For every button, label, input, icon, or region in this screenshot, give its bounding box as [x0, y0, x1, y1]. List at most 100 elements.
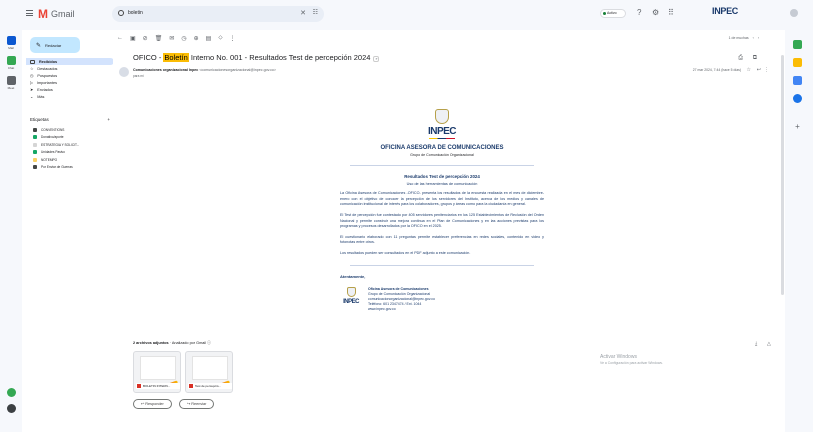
delete-icon[interactable]: 🗑 — [155, 35, 163, 42]
rail-settings[interactable] — [4, 404, 18, 413]
nav-item-inbox[interactable]: Recibidos — [26, 58, 114, 65]
signature-web-link[interactable]: www.inpec.gov.co — [368, 307, 435, 312]
next-button[interactable]: › — [758, 36, 759, 40]
archive-icon[interactable]: ▣ — [130, 35, 136, 42]
avatar[interactable] — [790, 9, 798, 17]
back-arrow-icon[interactable]: ← — [117, 35, 123, 42]
settings-icon[interactable]: ⚙ — [652, 8, 659, 17]
chat-icon — [6, 56, 16, 65]
label-tag-icon — [33, 142, 37, 147]
nav-item-sent[interactable]: ➤ Enviados — [26, 86, 114, 93]
gear-icon — [6, 404, 16, 413]
label-item[interactable]: NOTEMPO — [26, 156, 114, 164]
pencil-icon: ✎ — [36, 42, 42, 49]
add-label-button[interactable]: + — [107, 117, 110, 122]
attachment-card[interactable]: Test de percepció... — [185, 351, 233, 393]
nav-item-more[interactable]: ⌄ Más — [26, 93, 114, 100]
labels-list: CONVENTIONS Donativo/aporte ESTRATEGIA Y… — [26, 126, 114, 171]
widget-icon — [6, 388, 16, 397]
tasks-icon[interactable] — [793, 76, 802, 85]
nav-item-starred[interactable]: ☆ Destacados — [26, 65, 114, 72]
scrollbar[interactable] — [781, 55, 784, 295]
prev-button[interactable]: ‹ — [753, 36, 754, 40]
inpec-logo: INPEC — [427, 126, 457, 137]
mail-icon — [6, 36, 16, 45]
rail-mail[interactable]: Mail — [4, 36, 18, 50]
email-subject: OFICO - Boletín Interno No. 001 - Result… — [133, 53, 380, 62]
office-title: OFICINA ASESORA DE COMUNICACIONES — [380, 145, 504, 152]
important-icon: ▷ — [30, 81, 33, 85]
status-button[interactable]: Activo — [600, 9, 626, 18]
print-icon[interactable]: ⎙ — [738, 55, 743, 62]
clear-search-icon[interactable]: ✕ — [300, 9, 306, 17]
rail-widget[interactable] — [4, 388, 18, 397]
attachment-name: Test de percepció... — [188, 383, 232, 389]
clock-icon: ◷ — [30, 74, 34, 78]
side-panel: + — [785, 30, 813, 432]
menu-icon[interactable] — [26, 10, 33, 16]
star-icon[interactable]: ☆ — [747, 67, 751, 73]
label-tag-icon — [33, 165, 37, 170]
pager: 1 de muchas ‹ › — [728, 36, 759, 40]
label-item[interactable]: Por Enviar de Guerras — [26, 164, 114, 172]
message-toolbar: ← ▣ ⊘ 🗑 ✉ ◷ ⊕ ▤ ⬦ ⋮ — [117, 35, 236, 42]
group-subtitle: Grupo de Comunicación Organizacional — [410, 153, 474, 158]
greeting: Atentamente, — [340, 273, 366, 279]
apps-icon[interactable]: ⠿ — [668, 8, 674, 17]
keep-icon[interactable] — [793, 58, 802, 67]
label-item[interactable]: ESTRATEGIA Y SOLICIT... — [26, 141, 114, 149]
top-bar: M Gmail boletin ✕ ☷ Activo ? ⚙ ⠿ INPEC — [22, 0, 813, 30]
chevron-down-icon: ⌄ — [30, 95, 34, 99]
label-tag-icon — [33, 157, 37, 162]
more-vert-icon[interactable]: ⋮ — [764, 67, 769, 73]
nav-item-important[interactable]: ▷ Importantes — [26, 79, 114, 86]
results-title: Resultados Test de percepción 2024 — [404, 174, 480, 180]
search-input[interactable]: boletin — [128, 10, 143, 16]
snooze-icon[interactable]: ◷ — [181, 35, 186, 42]
rail-meet[interactable]: Meet — [4, 76, 18, 90]
inbox-tag[interactable]: » — [373, 56, 380, 62]
nav-item-snoozed[interactable]: ◷ Pospuestos — [26, 72, 114, 79]
add-to-drive-icon[interactable]: △ — [767, 341, 771, 347]
recipient-line[interactable]: para mí — [133, 74, 144, 78]
calendar-icon[interactable] — [793, 40, 802, 49]
mark-unread-icon[interactable]: ✉ — [169, 35, 174, 42]
forward-button[interactable]: ↪ Reenviar — [179, 399, 215, 409]
rail-chat[interactable]: Chat — [4, 56, 18, 70]
star-icon: ☆ — [30, 67, 34, 71]
search-box[interactable]: boletin ✕ ☷ — [112, 6, 324, 22]
move-to-icon[interactable]: ▤ — [206, 35, 212, 42]
filter-icon[interactable]: ☷ — [313, 9, 318, 16]
app-rail: Mail Chat Meet — [0, 0, 22, 432]
download-all-icon[interactable]: ⤓ — [755, 341, 757, 347]
reply-icon[interactable]: ↩ — [757, 67, 761, 73]
label-item[interactable]: Unidades Pasivo — [26, 149, 114, 157]
contacts-icon[interactable] — [793, 94, 802, 103]
reply-button[interactable]: ↩ Responder — [133, 399, 172, 409]
send-icon: ➤ — [30, 88, 34, 92]
results-subtitle: Uso de las herramientas de comunicación — [406, 182, 478, 187]
org-brand: INPEC — [712, 6, 739, 16]
add-addon-icon[interactable]: + — [793, 122, 802, 131]
signature-logo: INPEC — [340, 286, 362, 305]
gmail-m-icon: M — [38, 7, 48, 21]
label-tag-icon — [33, 135, 37, 140]
signature-lines: Oficina Asesora de Comunicaciones Grupo … — [368, 286, 435, 312]
attachment-card[interactable]: BOLETIN INTERN... — [133, 351, 181, 393]
help-icon[interactable]: ? — [637, 8, 641, 17]
inpec-crest-icon — [346, 286, 356, 297]
label-item[interactable]: Donativo/aporte — [26, 134, 114, 142]
open-new-window-icon[interactable]: ⧉ — [753, 55, 757, 62]
label-tag-icon — [33, 127, 37, 132]
signature-email-link[interactable]: comunicacionorganizacional@inpec.gov.co — [368, 297, 435, 302]
label-icon[interactable]: ⬦ — [218, 35, 222, 42]
attachment-thumbnail — [192, 356, 228, 380]
attachment-thumbnail — [140, 356, 176, 380]
add-task-icon[interactable]: ⊕ — [194, 35, 199, 42]
more-vert-icon[interactable]: ⋮ — [230, 35, 236, 42]
label-item[interactable]: CONVENTIONS — [26, 126, 114, 134]
compose-button[interactable]: ✎ Redactar — [30, 37, 80, 53]
report-spam-icon[interactable]: ⊘ — [143, 35, 148, 42]
search-icon[interactable] — [118, 10, 124, 16]
gmail-logo[interactable]: M Gmail — [38, 7, 75, 21]
